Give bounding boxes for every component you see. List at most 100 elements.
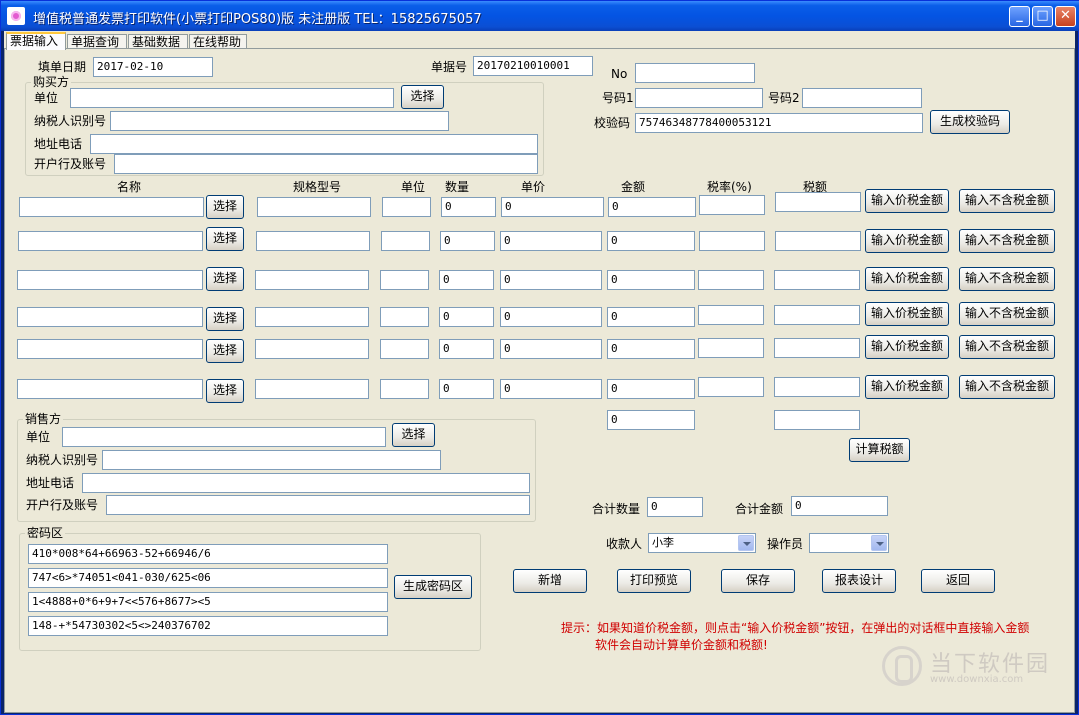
item-unit-field[interactable]	[380, 339, 429, 359]
item-unit-field[interactable]	[380, 379, 429, 399]
item-spec-field[interactable]	[256, 231, 370, 251]
item-amount-field[interactable]: 0	[607, 231, 695, 251]
item-taxrate-field[interactable]	[698, 305, 764, 325]
item-name-field[interactable]	[17, 379, 203, 399]
input-excl-tax-button[interactable]: 输入不含税金额	[959, 189, 1055, 213]
seller-unit-field[interactable]	[62, 427, 386, 447]
input-incl-tax-button[interactable]: 输入价税金额	[865, 267, 949, 291]
total-qty-field[interactable]: 0	[647, 497, 703, 517]
input-incl-tax-button[interactable]: 输入价税金额	[865, 302, 949, 326]
buyer-bank-field[interactable]	[114, 154, 538, 174]
item-tax-field[interactable]	[775, 231, 861, 251]
chevron-down-icon[interactable]	[738, 535, 754, 551]
item-taxrate-field[interactable]	[698, 338, 764, 358]
item-qty-field[interactable]: 0	[439, 270, 494, 290]
item-spec-field[interactable]	[255, 270, 369, 290]
item-select-button[interactable]: 选择	[206, 307, 244, 331]
amount-total-field[interactable]: 0	[607, 410, 695, 430]
item-qty-field[interactable]: 0	[441, 197, 496, 217]
item-amount-field[interactable]: 0	[608, 197, 696, 217]
item-name-field[interactable]	[17, 339, 203, 359]
cipher-line-4[interactable]: 148-+*54730302<5<>240376702	[28, 616, 388, 636]
item-amount-field[interactable]: 0	[607, 379, 695, 399]
payee-select[interactable]: 小李	[648, 533, 756, 553]
tax-total-field[interactable]	[774, 410, 860, 430]
back-button[interactable]: 返回	[921, 569, 995, 593]
close-button[interactable]: ✕	[1055, 6, 1076, 27]
item-spec-field[interactable]	[255, 379, 369, 399]
item-price-field[interactable]: 0	[500, 379, 602, 399]
item-name-field[interactable]	[18, 231, 203, 251]
item-unit-field[interactable]	[382, 197, 431, 217]
chevron-down-icon[interactable]	[871, 535, 887, 551]
item-name-field[interactable]	[17, 307, 203, 327]
input-incl-tax-button[interactable]: 输入价税金额	[865, 229, 949, 253]
item-amount-field[interactable]: 0	[607, 270, 695, 290]
maximize-button[interactable]: □	[1032, 6, 1053, 27]
tab-ticket-input[interactable]: 票据输入	[6, 32, 66, 50]
item-tax-field[interactable]	[775, 192, 861, 212]
item-price-field[interactable]: 0	[500, 307, 602, 327]
seller-select-button[interactable]: 选择	[392, 423, 435, 447]
new-button[interactable]: 新增	[513, 569, 587, 593]
item-select-button[interactable]: 选择	[206, 339, 244, 363]
save-button[interactable]: 保存	[721, 569, 795, 593]
item-taxrate-field[interactable]	[698, 270, 764, 290]
seller-bank-field[interactable]	[106, 495, 530, 515]
code1-field[interactable]	[635, 88, 763, 108]
seller-addr-field[interactable]	[82, 473, 530, 493]
gen-check-code-button[interactable]: 生成校验码	[930, 110, 1010, 134]
report-design-button[interactable]: 报表设计	[822, 569, 896, 593]
input-excl-tax-button[interactable]: 输入不含税金额	[959, 375, 1055, 399]
minimize-button[interactable]: _	[1009, 6, 1030, 27]
item-name-field[interactable]	[17, 270, 203, 290]
item-unit-field[interactable]	[380, 307, 429, 327]
input-excl-tax-button[interactable]: 输入不含税金额	[959, 302, 1055, 326]
item-unit-field[interactable]	[380, 270, 429, 290]
item-qty-field[interactable]: 0	[440, 231, 495, 251]
item-taxrate-field[interactable]	[698, 377, 764, 397]
item-select-button[interactable]: 选择	[206, 195, 244, 219]
input-excl-tax-button[interactable]: 输入不含税金额	[959, 267, 1055, 291]
item-price-field[interactable]: 0	[500, 339, 602, 359]
item-spec-field[interactable]	[255, 307, 369, 327]
item-name-field[interactable]	[19, 197, 204, 217]
item-price-field[interactable]: 0	[501, 197, 604, 217]
item-qty-field[interactable]: 0	[439, 379, 494, 399]
buyer-unit-field[interactable]	[70, 88, 394, 108]
gen-cipher-button[interactable]: 生成密码区	[394, 575, 472, 599]
item-price-field[interactable]: 0	[500, 231, 602, 251]
title-bar[interactable]: 增值税普通发票打印软件(小票打印POS80)版 未注册版 TEL：1582567…	[1, 1, 1079, 31]
item-tax-field[interactable]	[774, 305, 860, 325]
item-tax-field[interactable]	[774, 377, 860, 397]
item-select-button[interactable]: 选择	[206, 267, 244, 291]
cipher-line-2[interactable]: 747<6>*74051<041-030/625<06	[28, 568, 388, 588]
date-field[interactable]: 2017-02-10	[93, 57, 213, 77]
item-price-field[interactable]: 0	[500, 270, 602, 290]
input-excl-tax-button[interactable]: 输入不含税金额	[959, 229, 1055, 253]
operator-select[interactable]	[809, 533, 889, 553]
code2-field[interactable]	[802, 88, 922, 108]
item-spec-field[interactable]	[257, 197, 371, 217]
seller-taxid-field[interactable]	[102, 450, 441, 470]
item-taxrate-field[interactable]	[699, 195, 765, 215]
item-spec-field[interactable]	[255, 339, 369, 359]
item-qty-field[interactable]: 0	[439, 307, 494, 327]
item-unit-field[interactable]	[381, 231, 430, 251]
item-select-button[interactable]: 选择	[206, 379, 244, 403]
buyer-taxid-field[interactable]	[110, 111, 449, 131]
item-amount-field[interactable]: 0	[607, 307, 695, 327]
check-code-field[interactable]: 75746348778400053121	[635, 113, 923, 133]
no-field[interactable]	[635, 63, 755, 83]
item-amount-field[interactable]: 0	[607, 339, 695, 359]
calc-tax-button[interactable]: 计算税额	[849, 438, 910, 462]
print-preview-button[interactable]: 打印预览	[617, 569, 691, 593]
item-tax-field[interactable]	[774, 270, 860, 290]
item-tax-field[interactable]	[774, 338, 860, 358]
input-incl-tax-button[interactable]: 输入价税金额	[865, 375, 949, 399]
total-amount-field[interactable]: 0	[791, 496, 888, 516]
input-excl-tax-button[interactable]: 输入不含税金额	[959, 335, 1055, 359]
buyer-addr-field[interactable]	[90, 134, 538, 154]
cipher-line-1[interactable]: 410*008*64+66963-52+66946/6	[28, 544, 388, 564]
docno-field[interactable]: 20170210010001	[473, 56, 593, 76]
